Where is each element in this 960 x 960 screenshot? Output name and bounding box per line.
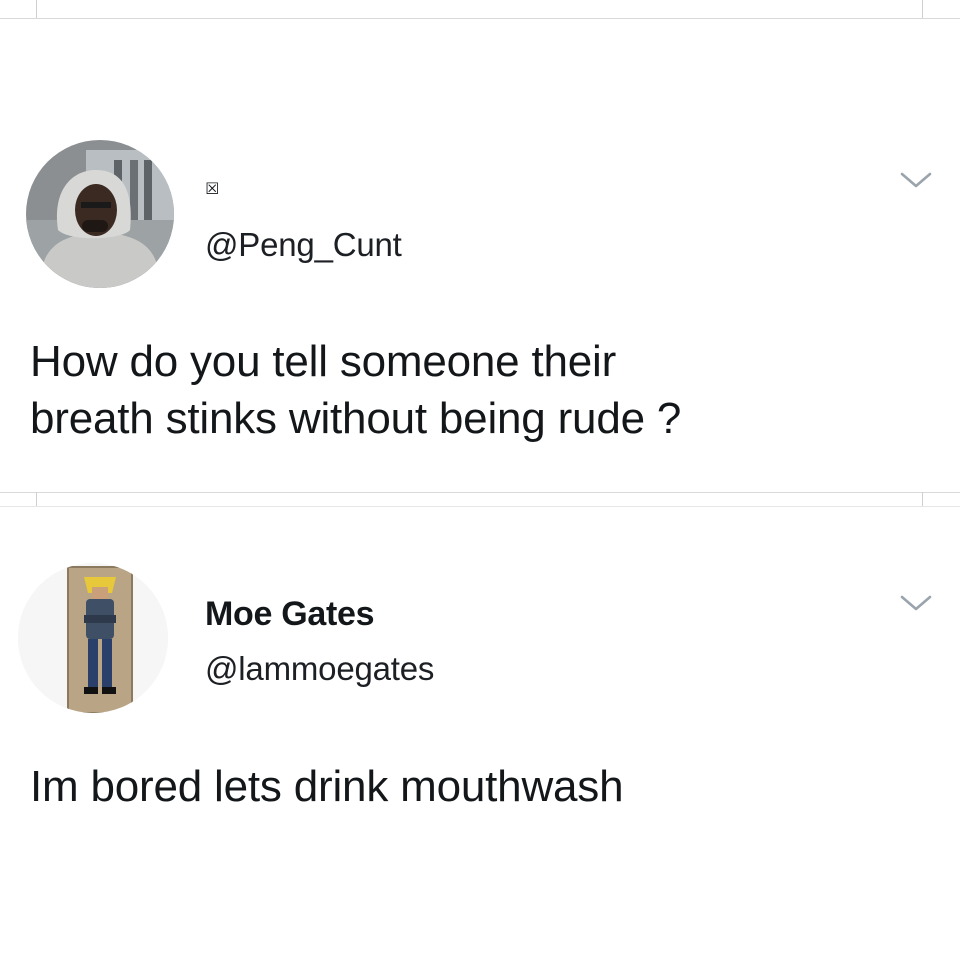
user-photo-hooded-man-icon [26, 140, 174, 288]
middle-divider-tick-right [922, 492, 923, 506]
handle[interactable]: @lammoegates [205, 650, 434, 688]
user-photo-standing-man-icon [18, 563, 168, 713]
avatar-moe-gates[interactable] [18, 563, 168, 713]
tweet-text: Im bored lets drink mouthwash [30, 758, 624, 815]
avatar-peng-cunt[interactable] [26, 140, 174, 288]
tweet-2[interactable]: Moe Gates @lammoegates Im bored lets dri… [0, 507, 960, 960]
chevron-down-icon[interactable] [898, 168, 934, 192]
middle-divider-tick-left [36, 492, 37, 506]
display-name[interactable]: ☒ [205, 172, 219, 200]
display-name[interactable]: Moe Gates [205, 595, 375, 634]
tweet-text-line: Im bored lets drink mouthwash [30, 762, 624, 811]
tweet-1[interactable]: ☒ @Peng_Cunt How do you tell someone the… [0, 0, 960, 490]
middle-divider [0, 492, 960, 493]
chevron-down-icon[interactable] [898, 591, 934, 615]
tweet-text-line: How do you tell someone their [30, 337, 617, 386]
handle[interactable]: @Peng_Cunt [205, 226, 402, 264]
tweet-text-line: breath stinks without being rude ? [30, 394, 682, 443]
tweet-text: How do you tell someone their breath sti… [30, 333, 681, 447]
